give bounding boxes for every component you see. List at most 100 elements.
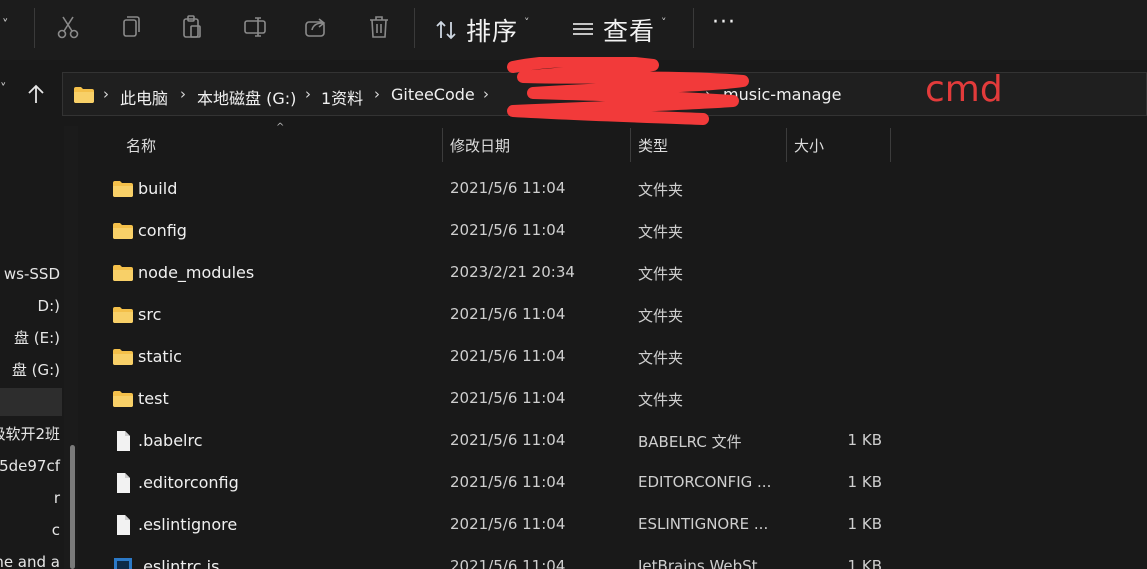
file-date: 2023/2/21 20:34 [450, 263, 575, 281]
file-name: .eslintrc.js [138, 557, 220, 569]
breadcrumb-resources[interactable]: 1资料 [321, 85, 363, 109]
folder-icon [112, 178, 134, 200]
address-bar[interactable]: › 此电脑 › 本地磁盘 (G:) › 1资料 › GiteeCode › › … [62, 57, 1147, 125]
file-icon [112, 472, 134, 494]
file-name: src [138, 305, 162, 324]
sidebar-item-ssd[interactable]: ws-SSD [0, 260, 62, 288]
file-date: 2021/5/6 11:04 [450, 347, 566, 365]
sort-menu-button[interactable]: 排序 ˅ [434, 14, 530, 46]
file-size: 1 KB [847, 557, 882, 569]
file-type: BABELRC 文件 [638, 433, 742, 451]
folder-icon [112, 388, 134, 410]
file-size: 1 KB [847, 515, 882, 533]
column-divider[interactable] [786, 128, 787, 162]
column-divider[interactable] [442, 128, 443, 162]
toolbar-divider [414, 8, 415, 48]
file-name: .editorconfig [138, 473, 239, 492]
file-size: 1 KB [847, 473, 882, 491]
column-divider[interactable] [630, 128, 631, 162]
file-row[interactable]: src 2021/5/6 11:04 文件夹 [102, 295, 1122, 335]
file-date: 2021/5/6 11:04 [450, 305, 566, 323]
sidebar-item-drive-d[interactable]: D:) [0, 292, 62, 320]
folder-icon [112, 304, 134, 326]
more-options-button[interactable]: ··· [712, 10, 736, 35]
cut-icon[interactable] [55, 14, 81, 40]
sort-ascending-icon: ^ [276, 122, 285, 133]
copy-icon[interactable] [117, 14, 143, 40]
column-header-size[interactable]: 大小 [794, 134, 824, 164]
file-size: 1 KB [847, 431, 882, 449]
sidebar-item-r[interactable]: r [0, 484, 62, 512]
rename-icon[interactable] [242, 14, 268, 40]
file-icon [112, 514, 134, 536]
file-type: EDITORCONFIG ... [638, 473, 772, 491]
column-header-type[interactable]: 类型 [638, 134, 668, 164]
breadcrumb-chevron-icon[interactable]: › [374, 85, 380, 103]
file-list: ^ 名称 修改日期 类型 大小 build 2021/5/6 11:04 文件夹 co… [82, 122, 1147, 569]
file-type: 文件夹 [638, 223, 684, 241]
up-arrow-icon[interactable] [24, 82, 48, 106]
command-bar: ˅ 排序 ˅ 查看 ˅ ··· [0, 0, 1147, 60]
javascript-file-icon [112, 556, 134, 569]
file-date: 2021/5/6 11:04 [450, 473, 566, 491]
file-row[interactable]: .babelrc 2021/5/6 11:04 BABELRC 文件 1 KB [102, 421, 1122, 461]
chevron-down-icon: ˅ [524, 15, 530, 29]
view-label: 查看 [603, 17, 656, 46]
sort-label: 排序 [466, 17, 519, 46]
breadcrumb-chevron-icon[interactable]: › [483, 85, 489, 103]
column-divider[interactable] [890, 128, 891, 162]
cmd-annotation: cmd [925, 69, 1003, 110]
share-icon[interactable] [303, 14, 329, 40]
sidebar-item-me-and[interactable]: me and a [0, 548, 62, 569]
file-type: 文件夹 [638, 265, 684, 283]
toolbar-divider [34, 8, 35, 48]
toolbar-divider [693, 8, 694, 48]
file-date: 2021/5/6 11:04 [450, 389, 566, 407]
breadcrumb-this-pc[interactable]: 此电脑 [120, 85, 168, 109]
sidebar-item-c[interactable]: c [0, 516, 62, 544]
breadcrumb-drive-g[interactable]: 本地磁盘 (G:) [197, 85, 296, 109]
file-type: 文件夹 [638, 181, 684, 199]
file-type: 文件夹 [638, 307, 684, 325]
sidebar-item-hash-folder[interactable]: d5de97cf [0, 452, 62, 480]
chevron-down-icon[interactable]: ˅ [2, 18, 9, 33]
file-date: 2021/5/6 11:04 [450, 557, 566, 569]
file-icon [112, 430, 134, 452]
view-menu-button[interactable]: 查看 ˅ [571, 14, 667, 46]
file-name: .eslintignore [138, 515, 238, 534]
file-row[interactable]: .eslintignore 2021/5/6 11:04 ESLINTIGNORE … [102, 505, 1122, 545]
breadcrumb-chevron-icon[interactable]: › [103, 85, 109, 103]
file-date: 2021/5/6 11:04 [450, 431, 566, 449]
delete-icon[interactable] [366, 14, 392, 40]
sidebar-item-drive-e[interactable]: 盘 (E:) [0, 324, 62, 352]
column-header-name[interactable]: 名称 [126, 134, 156, 164]
breadcrumb-chevron-icon[interactable]: › [305, 85, 311, 103]
file-name: build [138, 179, 178, 198]
folder-icon [74, 87, 94, 103]
column-header-date[interactable]: 修改日期 [450, 134, 510, 164]
sidebar-item-class-folder[interactable]: 级软开2班 [0, 420, 62, 448]
file-row[interactable]: .editorconfig 2021/5/6 11:04 EDITORCONFIG … [102, 463, 1122, 503]
folder-icon [112, 262, 134, 284]
sidebar-item-drive-g[interactable]: 盘 (G:) [0, 356, 62, 384]
file-row[interactable]: .eslintrc.js 2021/5/6 11:04 JetBrains WebS… [102, 547, 1122, 569]
file-name: .babelrc [138, 431, 203, 450]
file-row[interactable]: config 2021/5/6 11:04 文件夹 [102, 211, 1122, 251]
chevron-down-icon[interactable]: ˅ [0, 82, 7, 97]
sidebar-item-selected[interactable] [0, 388, 62, 416]
file-row[interactable]: build 2021/5/6 11:04 文件夹 [102, 169, 1122, 209]
sidebar-scrollbar-thumb[interactable] [70, 445, 75, 569]
file-explorer-window: ˅ 排序 ˅ 查看 ˅ ··· ˅ › 此电脑 › 本地磁盘 (G:) › 1资… [0, 0, 1147, 569]
file-type: 文件夹 [638, 391, 684, 409]
file-name: node_modules [138, 263, 255, 282]
file-type: ESLINTIGNORE ... [638, 515, 769, 533]
view-icon [573, 23, 593, 35]
chevron-down-icon: ˅ [661, 15, 667, 29]
breadcrumb-giteecode[interactable]: GiteeCode [391, 85, 475, 104]
file-row[interactable]: static 2021/5/6 11:04 文件夹 [102, 337, 1122, 377]
paste-icon[interactable] [179, 14, 205, 40]
file-row[interactable]: test 2021/5/6 11:04 文件夹 [102, 379, 1122, 419]
file-type: 文件夹 [638, 349, 684, 367]
breadcrumb-chevron-icon[interactable]: › [180, 85, 186, 103]
file-row[interactable]: node_modules 2023/2/21 20:34 文件夹 [102, 253, 1122, 293]
